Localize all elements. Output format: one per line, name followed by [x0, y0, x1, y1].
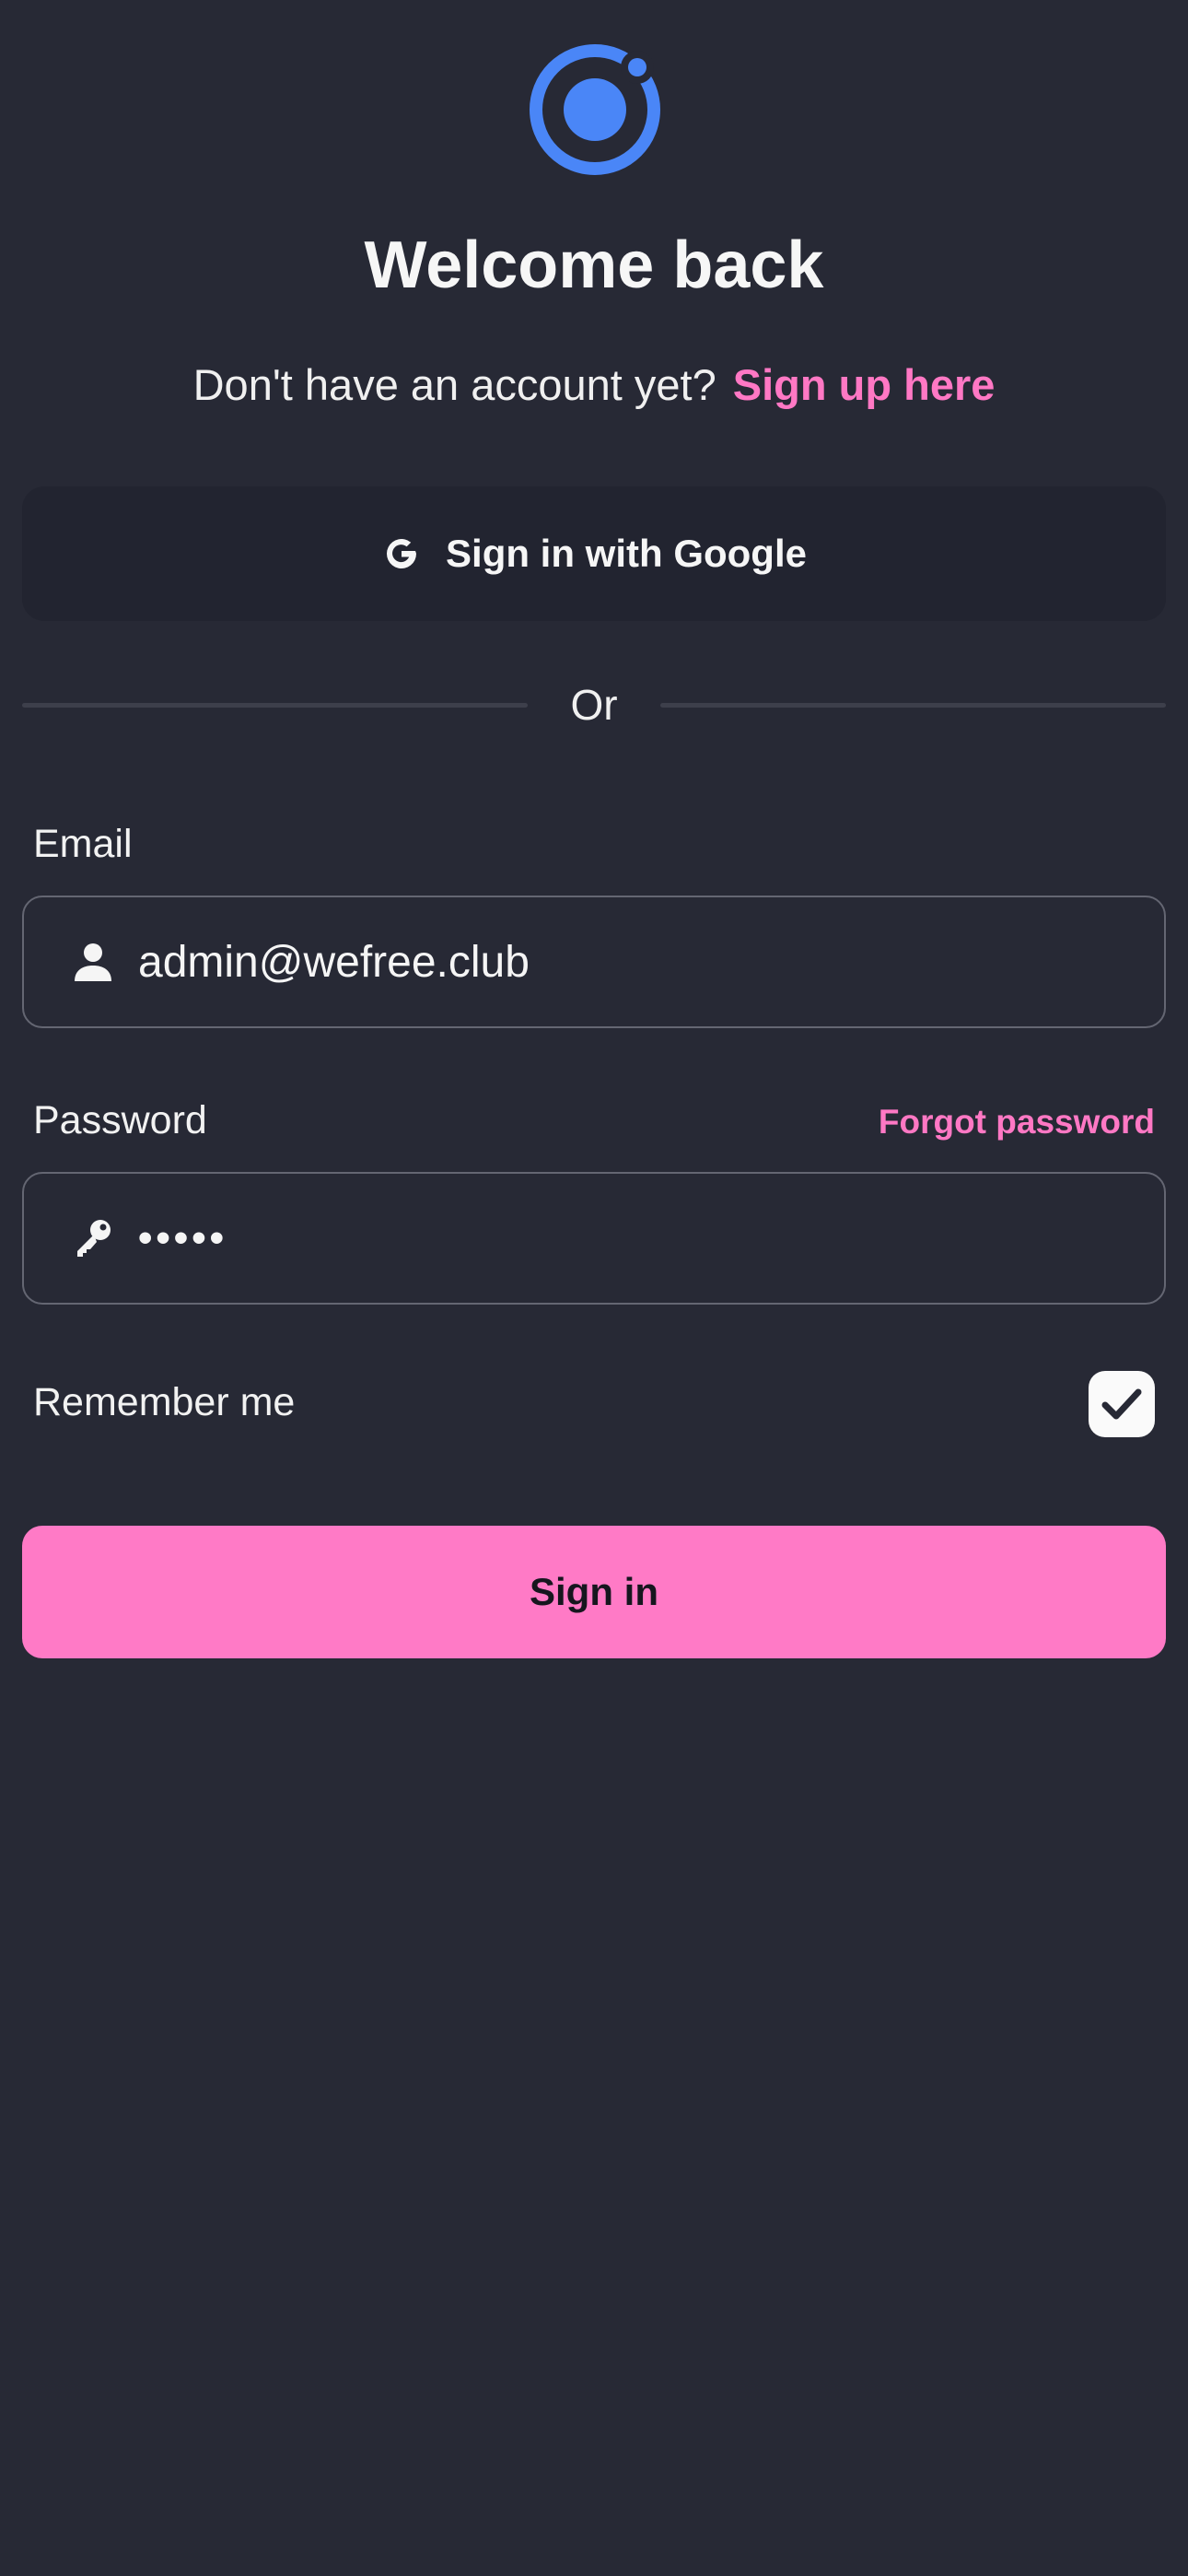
google-signin-button[interactable]: Sign in with Google	[22, 486, 1166, 621]
remember-me-checkbox[interactable]	[1089, 1371, 1155, 1437]
email-field-wrapper[interactable]	[22, 896, 1166, 1028]
divider-line-right	[660, 702, 1166, 708]
sign-in-button[interactable]: Sign in	[22, 1526, 1166, 1658]
google-signin-label: Sign in with Google	[446, 532, 807, 575]
password-label: Password	[33, 1098, 207, 1142]
email-input[interactable]	[138, 897, 1164, 1026]
forgot-password-link[interactable]: Forgot password	[879, 1096, 1155, 1148]
page-title: Welcome back	[364, 228, 824, 302]
email-label: Email	[33, 822, 133, 866]
divider-label: Or	[570, 681, 618, 729]
app-logo-icon	[530, 44, 660, 175]
user-icon	[75, 943, 111, 981]
divider-line-left	[22, 702, 528, 708]
remember-me-label: Remember me	[33, 1380, 296, 1424]
password-input[interactable]	[138, 1174, 1164, 1303]
login-page: Welcome back Don't have an account yet? S…	[22, 0, 1166, 2576]
signup-prompt-text: Don't have an account yet?	[192, 360, 716, 409]
checkmark-icon	[1101, 1388, 1142, 1420]
password-field-wrapper[interactable]	[22, 1172, 1166, 1305]
or-divider: Or	[22, 673, 1166, 737]
signup-link[interactable]: Sign up here	[733, 360, 996, 409]
signup-prompt-row: Don't have an account yet? Sign up here	[22, 355, 1166, 416]
google-icon	[387, 539, 417, 569]
key-icon	[77, 1220, 111, 1257]
